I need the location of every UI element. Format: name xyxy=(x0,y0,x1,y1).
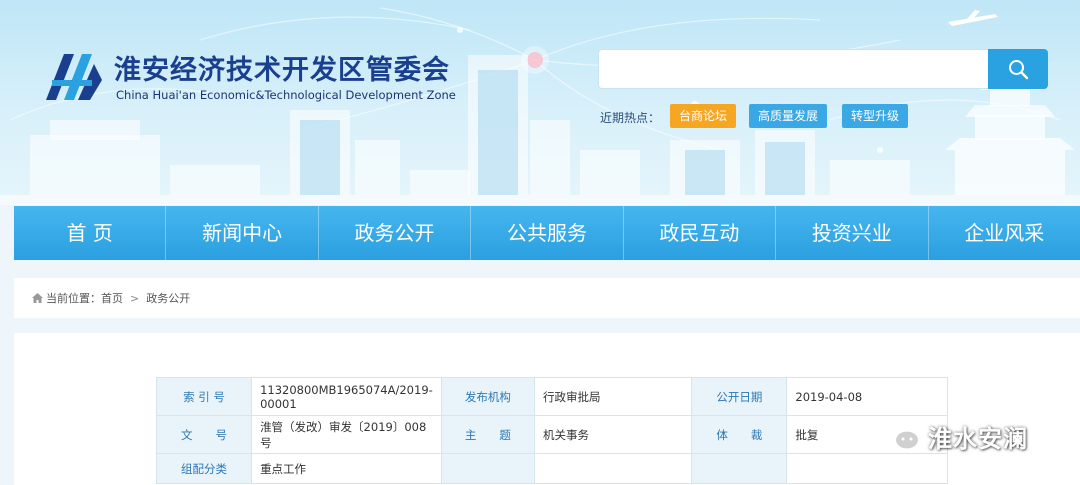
site-subtitle-en: China Huai'an Economic&Technological Dev… xyxy=(116,88,456,102)
meta-label-empty xyxy=(440,453,535,484)
meta-label-subject: 主 题 xyxy=(440,415,535,454)
nav-item-home[interactable]: 首 页 xyxy=(14,206,167,260)
search-input[interactable] xyxy=(598,49,990,89)
breadcrumb-separator: > xyxy=(130,291,140,305)
search-icon xyxy=(1009,60,1029,80)
logo-icon xyxy=(46,54,102,100)
hot-tag-taishang[interactable]: 台商论坛 xyxy=(670,104,737,128)
nav-item-interaction[interactable]: 政民互动 xyxy=(624,206,777,260)
hot-tag-high-quality[interactable]: 高质量发展 xyxy=(749,104,828,128)
breadcrumb-home-link[interactable]: 首页 xyxy=(101,290,123,306)
breadcrumb-prefix: 当前位置： xyxy=(46,292,101,305)
meta-value-doc-number: 淮管（发改）审发〔2019〕008号 xyxy=(251,415,442,454)
nav-item-gov-affairs[interactable]: 政务公开 xyxy=(319,206,472,260)
header-banner: 淮安经济技术开发区管委会 China Huai'an Economic&Tech… xyxy=(0,0,1080,205)
meta-label-doc-number: 文 号 xyxy=(155,415,253,454)
breadcrumb-current[interactable]: 政务公开 xyxy=(146,290,190,306)
breadcrumb: 当前位置： 首页 > 政务公开 xyxy=(14,278,1080,318)
meta-label-empty xyxy=(691,453,788,484)
meta-value-empty xyxy=(786,453,948,484)
meta-label-index: 索 引 号 xyxy=(155,377,253,416)
nav-item-investment[interactable]: 投资兴业 xyxy=(776,206,929,260)
meta-value-publisher: 行政审批局 xyxy=(533,377,693,416)
meta-label-publisher: 发布机构 xyxy=(440,377,535,416)
table-row: 索 引 号 11320800MB1965074A/2019-00001 发布机构… xyxy=(155,377,948,416)
meta-label-genre: 体 裁 xyxy=(691,415,788,454)
meta-value-category: 重点工作 xyxy=(251,453,442,484)
wechat-icon xyxy=(878,420,921,451)
site-title: 淮安经济技术开发区管委会 xyxy=(114,55,450,86)
search-button[interactable] xyxy=(988,49,1048,89)
hot-tag-transform[interactable]: 转型升级 xyxy=(842,104,909,128)
wechat-watermark: 淮水安澜 xyxy=(878,418,1028,454)
nav-item-news[interactable]: 新闻中心 xyxy=(166,206,319,260)
meta-value-date: 2019-04-08 xyxy=(786,377,948,416)
table-row: 组配分类 重点工作 xyxy=(155,453,948,484)
nav-item-public-service[interactable]: 公共服务 xyxy=(471,206,624,260)
content-panel: 索 引 号 11320800MB1965074A/2019-00001 发布机构… xyxy=(14,333,1080,485)
meta-value-empty xyxy=(533,453,693,484)
city-skyline-illustration xyxy=(0,7,1080,205)
meta-label-category: 组配分类 xyxy=(155,453,253,484)
main-nav: 首 页 新闻中心 政务公开 公共服务 政民互动 投资兴业 企业风采 xyxy=(14,206,1080,260)
home-icon xyxy=(32,293,43,303)
nav-item-enterprise[interactable]: 企业风采 xyxy=(929,206,1080,260)
document-meta-table: 索 引 号 11320800MB1965074A/2019-00001 发布机构… xyxy=(155,377,948,484)
watermark-text: 淮水安澜 xyxy=(928,424,1028,453)
meta-value-index: 11320800MB1965074A/2019-00001 xyxy=(251,377,442,416)
meta-value-subject: 机关事务 xyxy=(533,415,693,454)
table-row: 文 号 淮管（发改）审发〔2019〕008号 主 题 机关事务 体 裁 批复 xyxy=(155,415,948,454)
hot-topics-label: 近期热点： xyxy=(600,111,661,125)
meta-label-date: 公开日期 xyxy=(691,377,788,416)
